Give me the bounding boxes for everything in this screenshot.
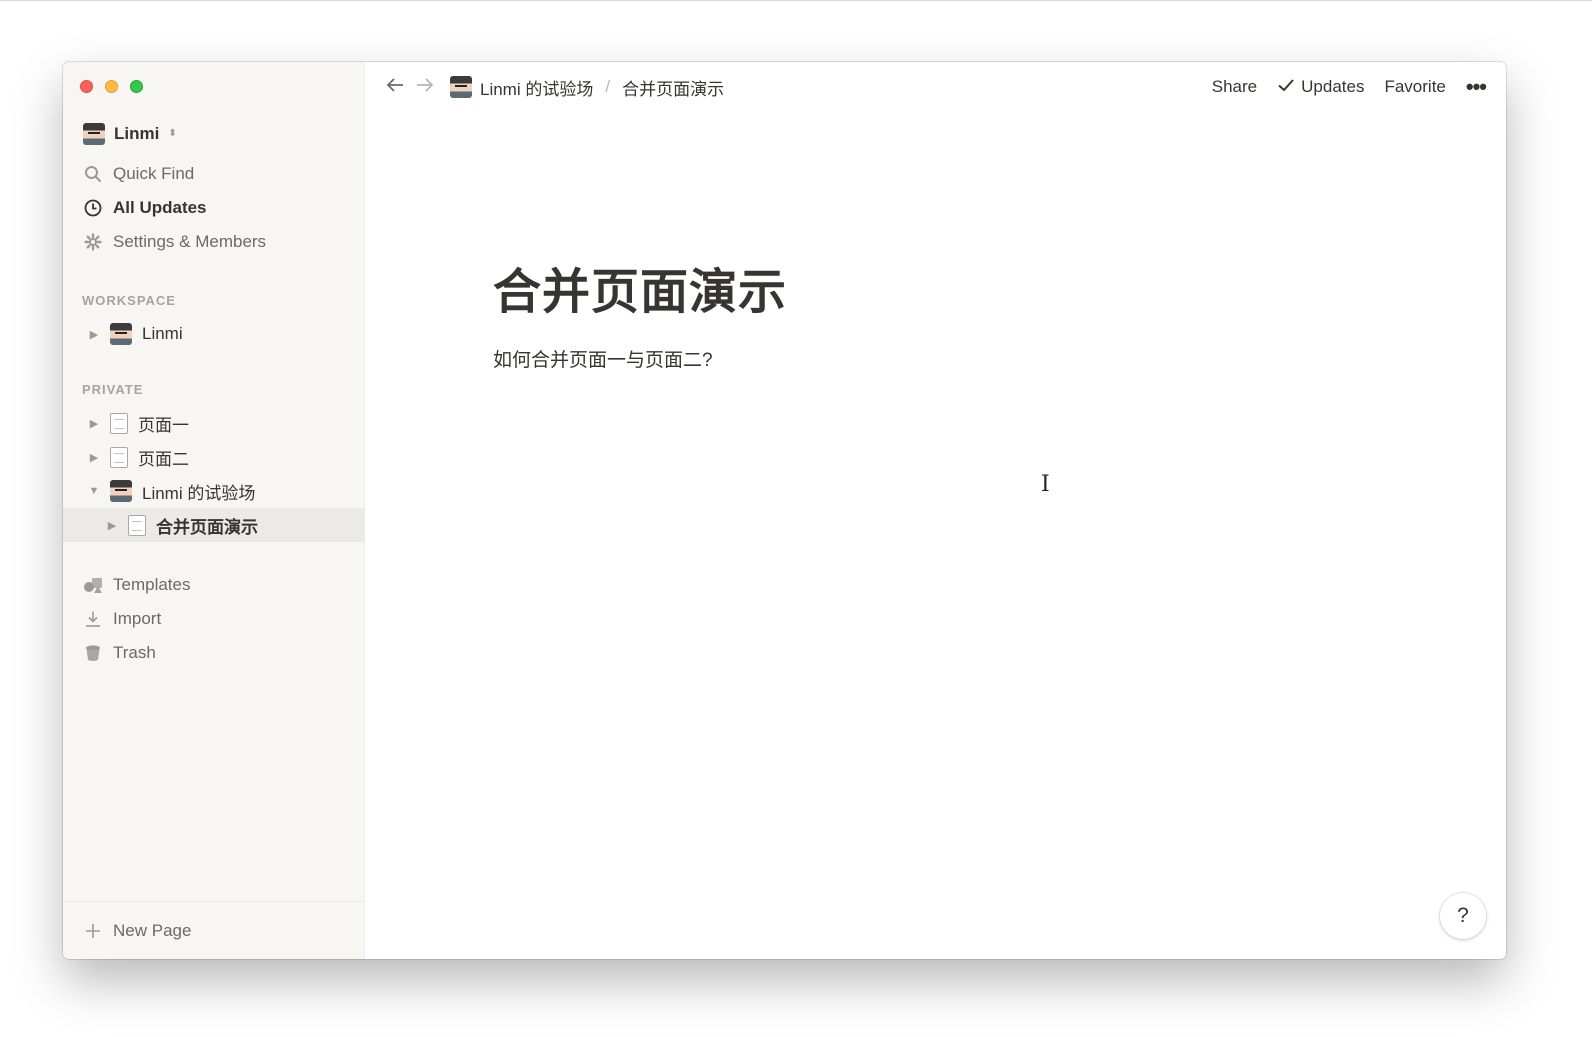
workspace-switcher[interactable]: Linmi ⬍ bbox=[83, 122, 177, 146]
window-controls bbox=[80, 80, 143, 93]
tree-item-label: Linmi 的试验场 bbox=[142, 483, 256, 503]
sidebar-item-all-updates[interactable]: All Updates bbox=[83, 195, 207, 221]
workspace-name: Linmi bbox=[114, 124, 160, 143]
sidebar-item-label: Templates bbox=[113, 575, 191, 594]
breadcrumb-item-current[interactable]: 合并页面演示 bbox=[622, 75, 724, 100]
zoom-window-button[interactable] bbox=[130, 80, 143, 93]
tree-item-label: 合并页面演示 bbox=[156, 517, 258, 537]
expand-triangle-icon[interactable]: ▶ bbox=[88, 328, 100, 341]
tree-item-linmi[interactable]: ▶ Linmi bbox=[63, 317, 365, 351]
breadcrumb-separator: / bbox=[605, 77, 611, 96]
favorite-button[interactable]: Favorite bbox=[1384, 77, 1445, 97]
download-icon bbox=[83, 609, 103, 629]
sidebar-item-settings[interactable]: Settings & Members bbox=[83, 229, 266, 255]
check-icon bbox=[1277, 76, 1295, 99]
sidebar-item-import[interactable]: Import bbox=[83, 606, 161, 632]
share-button[interactable]: Share bbox=[1212, 77, 1257, 97]
sidebar-item-label: All Updates bbox=[113, 198, 207, 217]
tree-item-label: 页面一 bbox=[138, 415, 189, 435]
topbar-actions: Share Updates Favorite ••• bbox=[1212, 74, 1487, 100]
back-arrow-icon[interactable] bbox=[385, 75, 405, 100]
sidebar: Linmi ⬍ Quick Find All Updates Settings … bbox=[63, 62, 365, 959]
gear-icon bbox=[83, 232, 103, 252]
search-icon bbox=[83, 164, 103, 184]
tree-item-page-two[interactable]: ▶ 页面二 bbox=[63, 440, 365, 474]
plus-icon bbox=[83, 921, 103, 941]
updates-label: Updates bbox=[1301, 77, 1365, 96]
expand-triangle-icon[interactable]: ▶ bbox=[88, 451, 100, 464]
sidebar-item-quick-find[interactable]: Quick Find bbox=[83, 161, 194, 187]
sidebar-item-label: Quick Find bbox=[113, 164, 195, 183]
breadcrumb: Linmi 的试验场 / 合并页面演示 bbox=[450, 74, 724, 100]
chevron-updown-icon: ⬍ bbox=[168, 128, 177, 139]
topbar: Linmi 的试验场 / 合并页面演示 Share Updates Favori… bbox=[365, 62, 1506, 112]
help-button[interactable]: ? bbox=[1440, 893, 1486, 939]
forward-arrow-icon[interactable] bbox=[415, 75, 435, 100]
minimize-window-button[interactable] bbox=[105, 80, 118, 93]
trash-icon bbox=[83, 643, 103, 663]
tree-item-label: Linmi bbox=[142, 324, 183, 343]
clock-icon bbox=[83, 198, 103, 218]
tree-item-page-one[interactable]: ▶ 页面一 bbox=[63, 406, 365, 440]
main-content: Linmi 的试验场 / 合并页面演示 Share Updates Favori… bbox=[365, 62, 1506, 959]
page-title[interactable]: 合并页面演示 bbox=[493, 252, 787, 322]
new-page-button[interactable]: New Page bbox=[63, 901, 365, 959]
sidebar-item-label: Settings & Members bbox=[113, 232, 267, 251]
page-icon bbox=[110, 446, 128, 468]
new-page-label: New Page bbox=[113, 920, 192, 940]
avatar bbox=[110, 480, 132, 502]
breadcrumb-item-playground[interactable]: Linmi 的试验场 bbox=[480, 75, 593, 100]
expand-triangle-icon[interactable]: ▶ bbox=[106, 519, 118, 532]
private-section-label: PRIVATE bbox=[82, 382, 144, 397]
page-body-text[interactable]: 如何合并页面一与页面二? bbox=[493, 345, 713, 372]
expand-triangle-icon[interactable]: ▶ bbox=[88, 417, 100, 430]
sidebar-item-label: Import bbox=[113, 609, 162, 628]
tree-item-label: 页面二 bbox=[138, 449, 189, 469]
page-icon bbox=[110, 412, 128, 434]
sidebar-item-trash[interactable]: Trash bbox=[83, 640, 156, 666]
sidebar-item-label: Trash bbox=[113, 643, 156, 662]
workspace-section-label: WORKSPACE bbox=[82, 293, 176, 308]
templates-icon bbox=[83, 575, 103, 595]
page-icon bbox=[128, 514, 146, 536]
tree-item-playground[interactable]: ▼ Linmi 的试验场 bbox=[63, 474, 365, 508]
updates-button[interactable]: Updates bbox=[1277, 76, 1364, 99]
sidebar-item-templates[interactable]: Templates bbox=[83, 572, 190, 598]
avatar bbox=[83, 123, 105, 145]
avatar bbox=[450, 76, 472, 98]
close-window-button[interactable] bbox=[80, 80, 93, 93]
collapse-triangle-icon[interactable]: ▼ bbox=[88, 485, 100, 497]
app-window: Linmi ⬍ Quick Find All Updates Settings … bbox=[63, 62, 1506, 959]
avatar bbox=[110, 323, 132, 345]
more-options-icon[interactable]: ••• bbox=[1466, 76, 1487, 98]
tree-item-merge-demo[interactable]: ▶ 合并页面演示 bbox=[63, 508, 365, 542]
screen-top-line bbox=[0, 0, 1592, 1]
text-cursor-icon: I bbox=[1041, 472, 1050, 497]
